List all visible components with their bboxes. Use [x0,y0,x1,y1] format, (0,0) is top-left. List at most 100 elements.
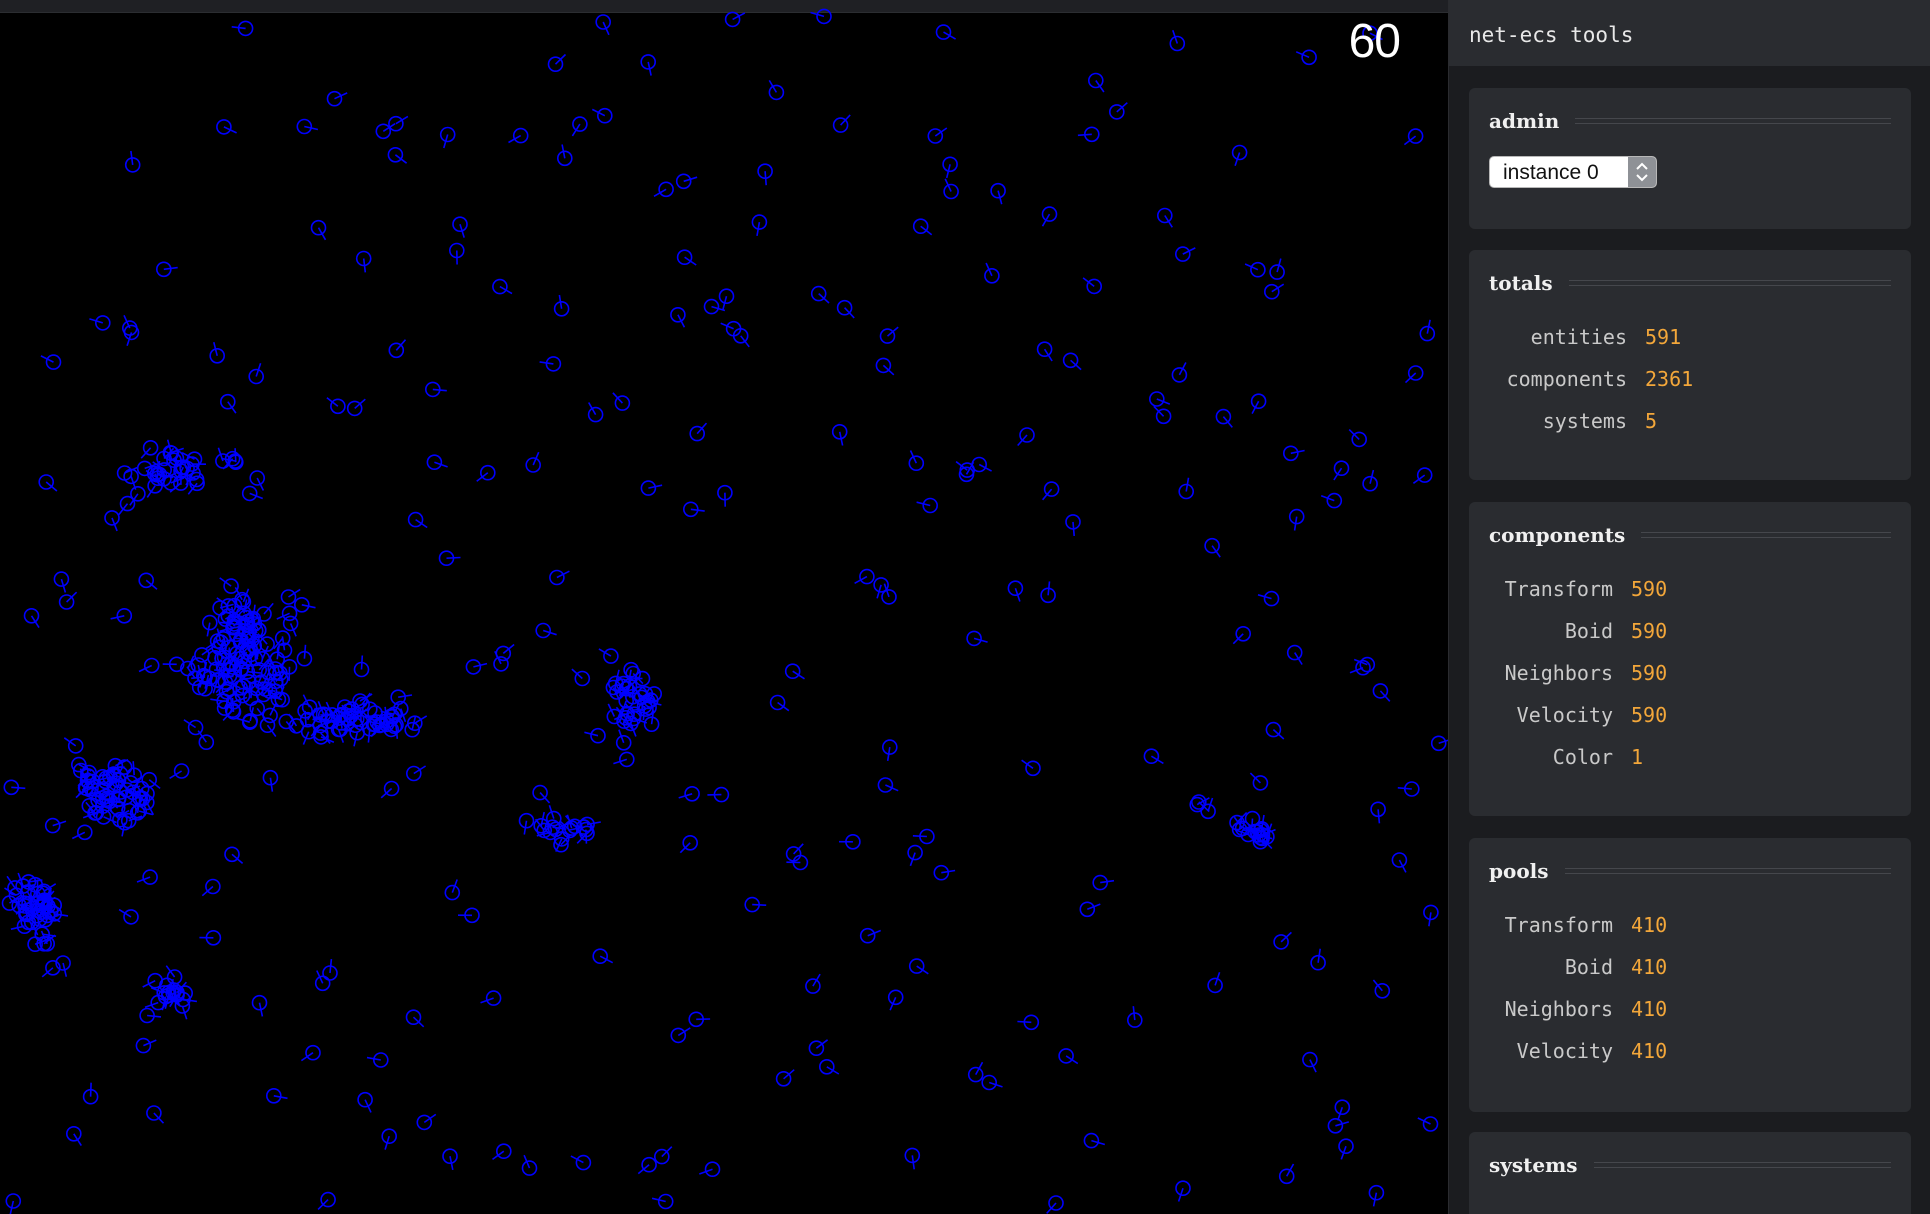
boid [315,701,332,723]
boid [231,20,254,37]
boid [1007,580,1024,602]
component-count: 590 [1631,661,1668,685]
boid [553,294,570,317]
component-label: Neighbors [1504,661,1613,685]
boid [525,451,542,473]
up-down-chevron-icon[interactable] [1628,157,1656,187]
boid [879,326,899,344]
boid [1372,683,1391,702]
boid [156,261,178,278]
boid [1178,477,1194,500]
boid [908,958,929,975]
boid [1036,341,1053,362]
boid [1169,30,1186,52]
pool-label: Velocity [1516,1039,1613,1063]
boid [775,1069,795,1087]
boid [273,630,291,650]
boid [1088,72,1105,93]
boid [201,878,221,897]
boid [1327,1118,1350,1134]
boid [1207,971,1223,994]
boid [912,218,933,236]
boid [1372,979,1391,999]
boid [875,357,895,376]
boid [141,771,161,790]
boid [265,1088,288,1104]
boid [584,727,606,744]
boid [942,156,958,179]
boid [387,147,408,164]
totals-label: systems [1542,409,1627,433]
panel-title: net-ecs tools [1449,0,1930,66]
boid [832,114,851,133]
boid [66,1126,82,1147]
boid [943,178,959,200]
boid [933,864,956,881]
boid [587,402,604,423]
boid [670,1027,691,1044]
boid [209,342,225,364]
boid [129,485,146,506]
component-row: Transform 590 [1469,568,1911,610]
boid [296,644,313,667]
boid [71,824,93,841]
boid [1040,581,1056,604]
boid [732,327,750,348]
boid [718,288,735,310]
boid [1041,206,1058,227]
boid [280,588,301,605]
heading-rule [1568,280,1891,286]
pools-section-heading: pools [1489,858,1891,884]
boid [990,182,1006,205]
boid [262,769,279,792]
boid [259,717,277,737]
boid [1250,393,1267,414]
boid [831,423,848,446]
totals-row-components: components 2361 [1469,358,1911,400]
boid [598,648,619,664]
totals-row-systems: systems 5 [1469,400,1911,442]
boid [296,118,319,135]
component-row: Color 1 [1469,736,1911,778]
boid [1269,258,1285,280]
boid [935,24,957,40]
boid [493,650,509,672]
boid [326,397,346,415]
boid [717,484,733,507]
boid [1334,1099,1351,1121]
boid [140,439,159,459]
boid [146,1105,165,1124]
boid [927,127,948,144]
boid [1143,748,1164,765]
boid [521,1154,538,1176]
pool-count: 410 [1631,913,1668,937]
boid [1320,492,1343,509]
boid [442,1148,458,1171]
pool-row: Velocity 410 [1469,1030,1911,1072]
boid [805,973,821,994]
instance-select[interactable]: instance 0 [1489,156,1657,188]
boid [818,1059,840,1075]
boid [1257,590,1280,607]
boid [613,751,635,768]
boid [1171,362,1188,383]
boid [110,607,133,624]
boid [116,465,138,481]
boid [1083,1132,1106,1149]
simulation-canvas[interactable]: 60 [0,0,1448,1214]
boid [1295,49,1317,66]
boid [1175,246,1196,262]
boid [1065,514,1081,536]
boid [465,659,488,675]
boid [615,729,632,751]
boid [533,811,550,834]
boid [1286,644,1303,665]
boid [248,362,265,385]
boid [564,815,583,835]
boid [591,107,613,124]
boid [58,591,78,610]
boid [444,879,461,901]
boid [1077,126,1100,143]
boid [675,173,698,190]
boid [751,214,768,237]
